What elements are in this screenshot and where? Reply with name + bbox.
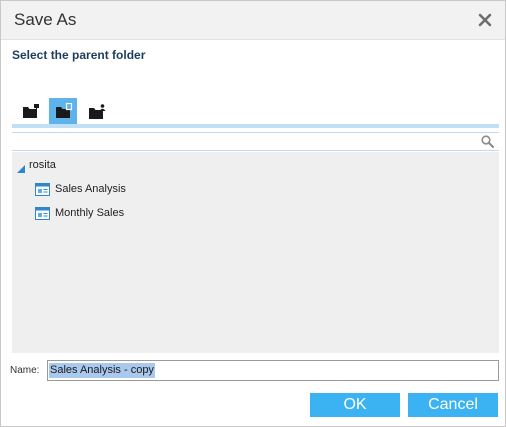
dialog-title: Save As [14,10,77,29]
report-icon [35,207,50,223]
report-icon [35,183,50,199]
close-icon[interactable] [477,12,493,28]
tree-node-label: Monthly Sales [55,207,125,219]
folder-search-input[interactable] [12,133,480,148]
dialog-subtitle: Select the parent folder [12,48,146,62]
folder-search-bar [12,132,499,151]
folder-user-icon [89,104,106,119]
folder-tree-icon [23,104,39,118]
name-field[interactable]: Sales Analysis - copy [47,360,499,381]
tree-node-sales-analysis[interactable]: Sales Analysis [35,181,235,199]
tab-user-folders[interactable] [82,99,110,124]
save-as-dialog: Save As Select the parent folder rosita … [0,0,506,427]
name-field-value: Sales Analysis - copy [49,363,155,378]
tree-node-monthly-sales[interactable]: Monthly Sales [35,205,235,223]
ok-button[interactable]: OK [310,393,400,417]
search-icon[interactable] [481,135,494,153]
tab-shared-folders[interactable] [49,98,77,124]
name-label: Name: [10,365,40,376]
tree-node-label: Sales Analysis [55,183,126,195]
tree-node-root[interactable]: rosita [16,157,216,175]
tree-node-label: rosita [29,159,56,171]
expand-triangle-icon[interactable] [17,164,25,176]
tab-my-folders[interactable] [16,99,44,124]
cancel-button[interactable]: Cancel [408,393,498,417]
folder-tree: rosita Sales Analysis Monthly Sales [12,152,499,353]
tab-underline [12,124,499,128]
folder-shared-icon [56,103,73,118]
dialog-titlebar[interactable]: Save As [1,1,505,40]
